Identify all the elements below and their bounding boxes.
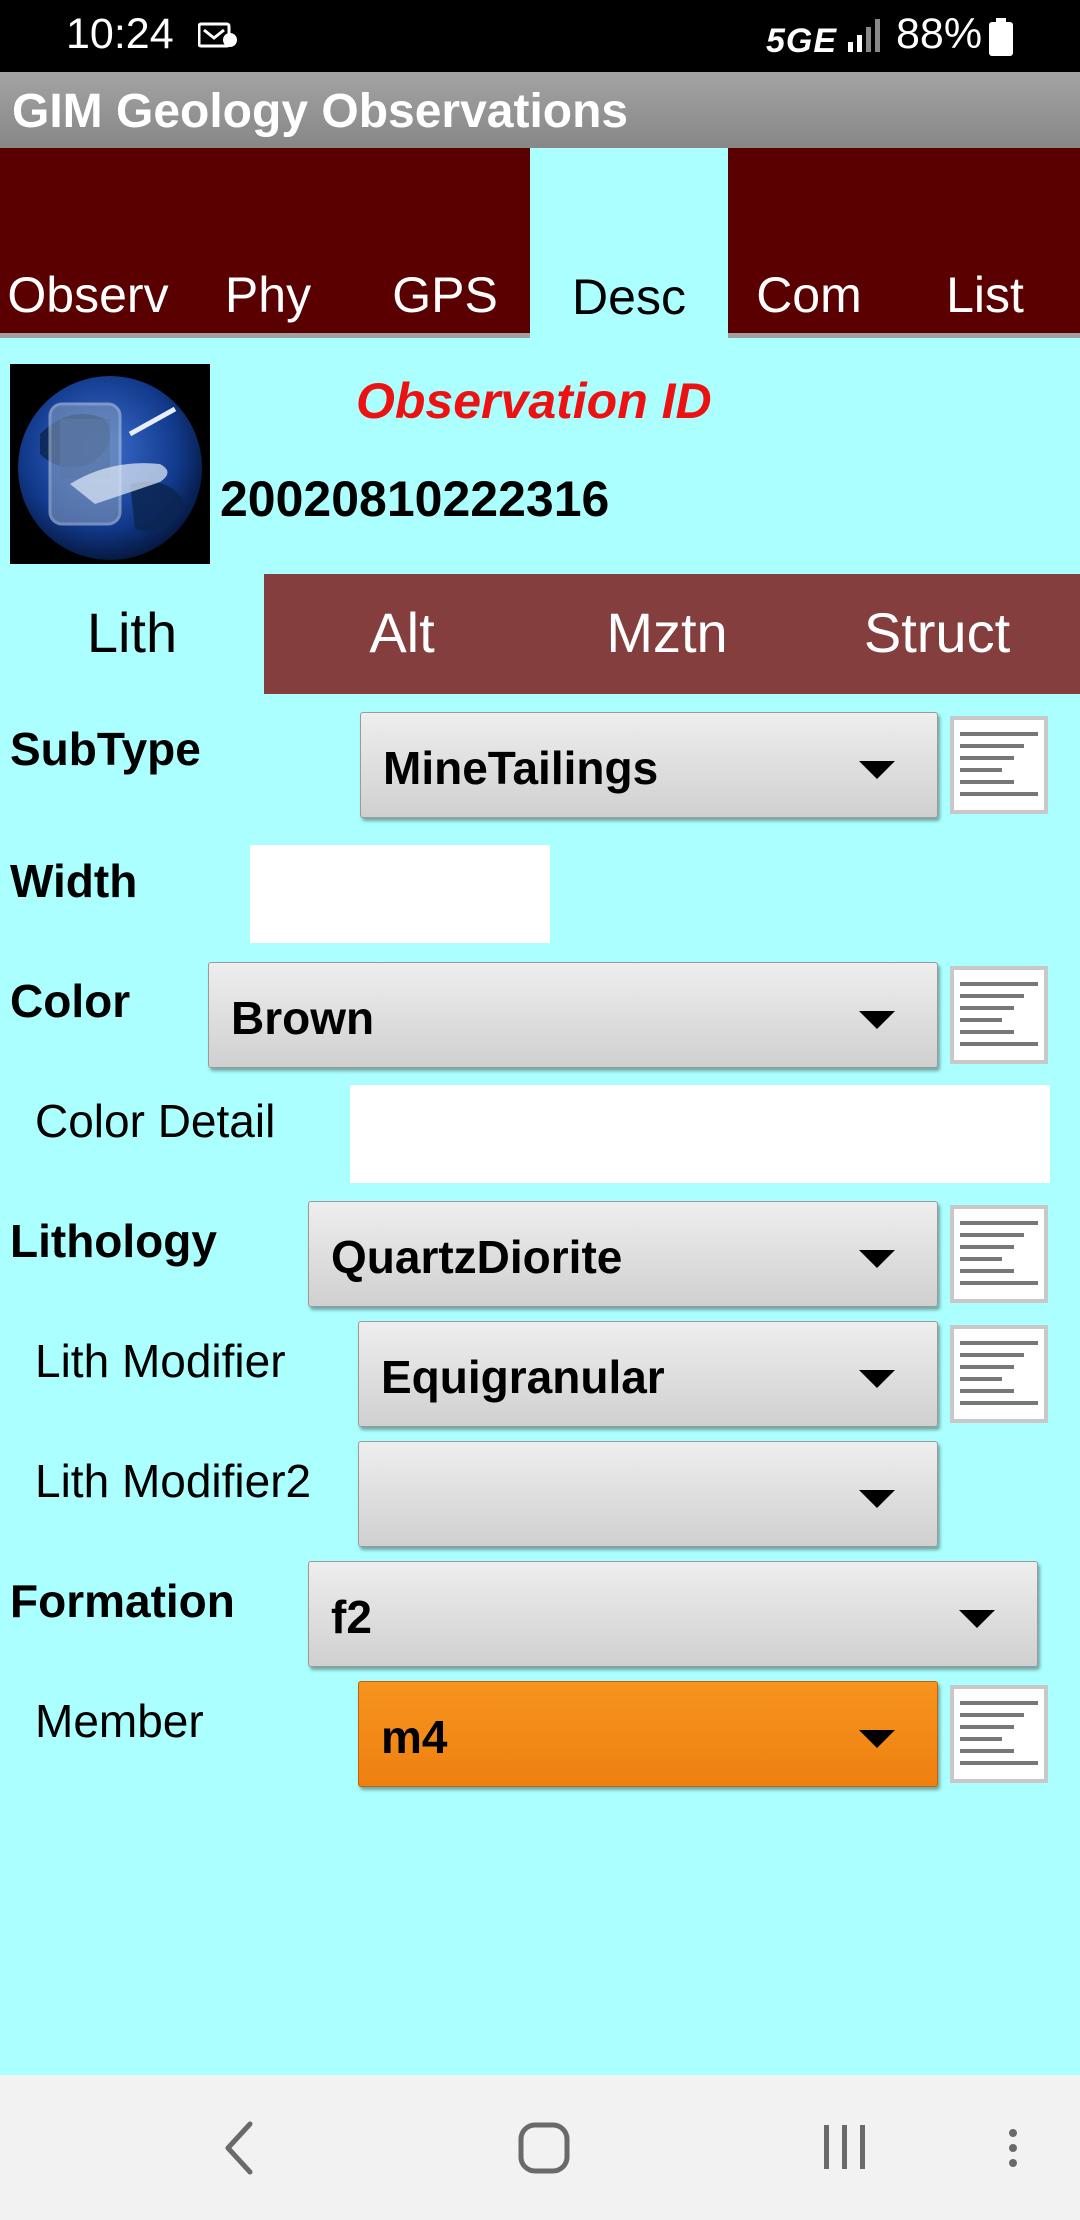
tab-desc[interactable]: Desc	[530, 148, 728, 340]
tab-label: GPS	[392, 267, 498, 323]
width-label: Width	[10, 855, 138, 907]
top-tab-bar: Observ Phy GPS Desc Com List	[0, 148, 1080, 340]
member-value: m4	[381, 1711, 448, 1763]
tab-com[interactable]: Com	[728, 148, 890, 338]
observation-id-label: Observation ID	[356, 373, 712, 429]
notification-icon	[198, 22, 237, 48]
subtab-label: Alt	[369, 601, 435, 664]
system-nav-bar	[0, 2075, 1080, 2220]
subtab-alt[interactable]: Alt	[264, 574, 540, 694]
color-detail-label: Color Detail	[35, 1095, 276, 1147]
color-notes-icon[interactable]	[950, 966, 1048, 1064]
lith-modifier-notes-icon[interactable]	[950, 1325, 1048, 1423]
more-options-icon[interactable]	[1006, 2127, 1020, 2169]
tab-label: Phy	[224, 267, 312, 323]
member-dropdown[interactable]: m4	[358, 1681, 938, 1787]
observation-id-value: 20020810222316	[220, 471, 610, 527]
tab-gps[interactable]: GPS	[360, 148, 530, 338]
subtab-struct[interactable]: Struct	[794, 574, 1080, 694]
member-notes-icon[interactable]	[950, 1685, 1048, 1783]
app-title: GIM Geology Observations	[12, 85, 629, 138]
tab-phy[interactable]: Phy	[176, 148, 360, 338]
dropdown-arrow-icon	[859, 1370, 895, 1388]
subtype-notes-icon[interactable]	[950, 716, 1048, 814]
dropdown-arrow-icon	[859, 1250, 895, 1268]
dropdown-arrow-icon	[859, 1490, 895, 1508]
dropdown-arrow-icon	[959, 1610, 995, 1628]
formation-label: Formation	[10, 1575, 235, 1627]
color-label: Color	[10, 975, 131, 1027]
status-bar: 10:24 5GE 88%	[0, 0, 1080, 72]
home-icon[interactable]	[518, 2122, 570, 2174]
subtab-label: Struct	[863, 601, 1011, 664]
subtab-label: Mztn	[606, 601, 728, 664]
tab-label: Com	[756, 267, 862, 323]
network-type: 5GE	[766, 22, 838, 60]
subtype-label: SubType	[10, 723, 201, 775]
lith-modifier-dropdown[interactable]: Equigranular	[358, 1321, 938, 1427]
app-title-bar: GIM Geology Observations	[0, 72, 1080, 148]
lithology-notes-icon[interactable]	[950, 1205, 1048, 1303]
lithology-label: Lithology	[10, 1215, 217, 1267]
recent-apps-icon[interactable]	[822, 2123, 868, 2171]
tab-label: List	[946, 267, 1024, 323]
battery-icon	[989, 18, 1013, 56]
subtab-lith[interactable]: Lith	[0, 574, 264, 694]
color-detail-input[interactable]	[350, 1085, 1050, 1183]
tab-observ[interactable]: Observ	[0, 148, 176, 338]
back-icon[interactable]	[222, 2120, 256, 2176]
app-logo	[10, 364, 210, 564]
lithology-value: QuartzDiorite	[331, 1231, 623, 1283]
status-time: 10:24	[66, 10, 174, 58]
formation-value: f2	[331, 1591, 372, 1643]
subtype-value: MineTailings	[383, 742, 659, 794]
battery-percent: 88%	[896, 10, 983, 58]
dropdown-arrow-icon	[859, 1730, 895, 1748]
subtab-mztn[interactable]: Mztn	[540, 574, 794, 694]
tab-label: Desc	[572, 269, 686, 325]
lith-modifier2-dropdown[interactable]	[358, 1441, 938, 1547]
lith-modifier2-label: Lith Modifier2	[35, 1455, 312, 1507]
dropdown-arrow-icon	[859, 1011, 895, 1029]
formation-dropdown[interactable]: f2	[308, 1561, 1038, 1667]
subtype-dropdown[interactable]: MineTailings	[360, 712, 938, 818]
sub-tab-bar: Lith Alt Mztn Struct	[0, 574, 1080, 694]
subtab-label: Lith	[86, 601, 178, 664]
dropdown-arrow-icon	[859, 761, 895, 779]
tab-label: Observ	[7, 267, 169, 323]
color-value: Brown	[231, 992, 375, 1044]
member-label: Member	[35, 1695, 204, 1747]
lith-modifier-value: Equigranular	[381, 1351, 665, 1403]
color-dropdown[interactable]: Brown	[208, 962, 938, 1068]
tab-list[interactable]: List	[890, 148, 1080, 338]
lithology-dropdown[interactable]: QuartzDiorite	[308, 1201, 938, 1307]
lith-modifier-label: Lith Modifier	[35, 1335, 286, 1387]
signal-icon	[848, 19, 880, 52]
width-input[interactable]	[250, 845, 550, 943]
